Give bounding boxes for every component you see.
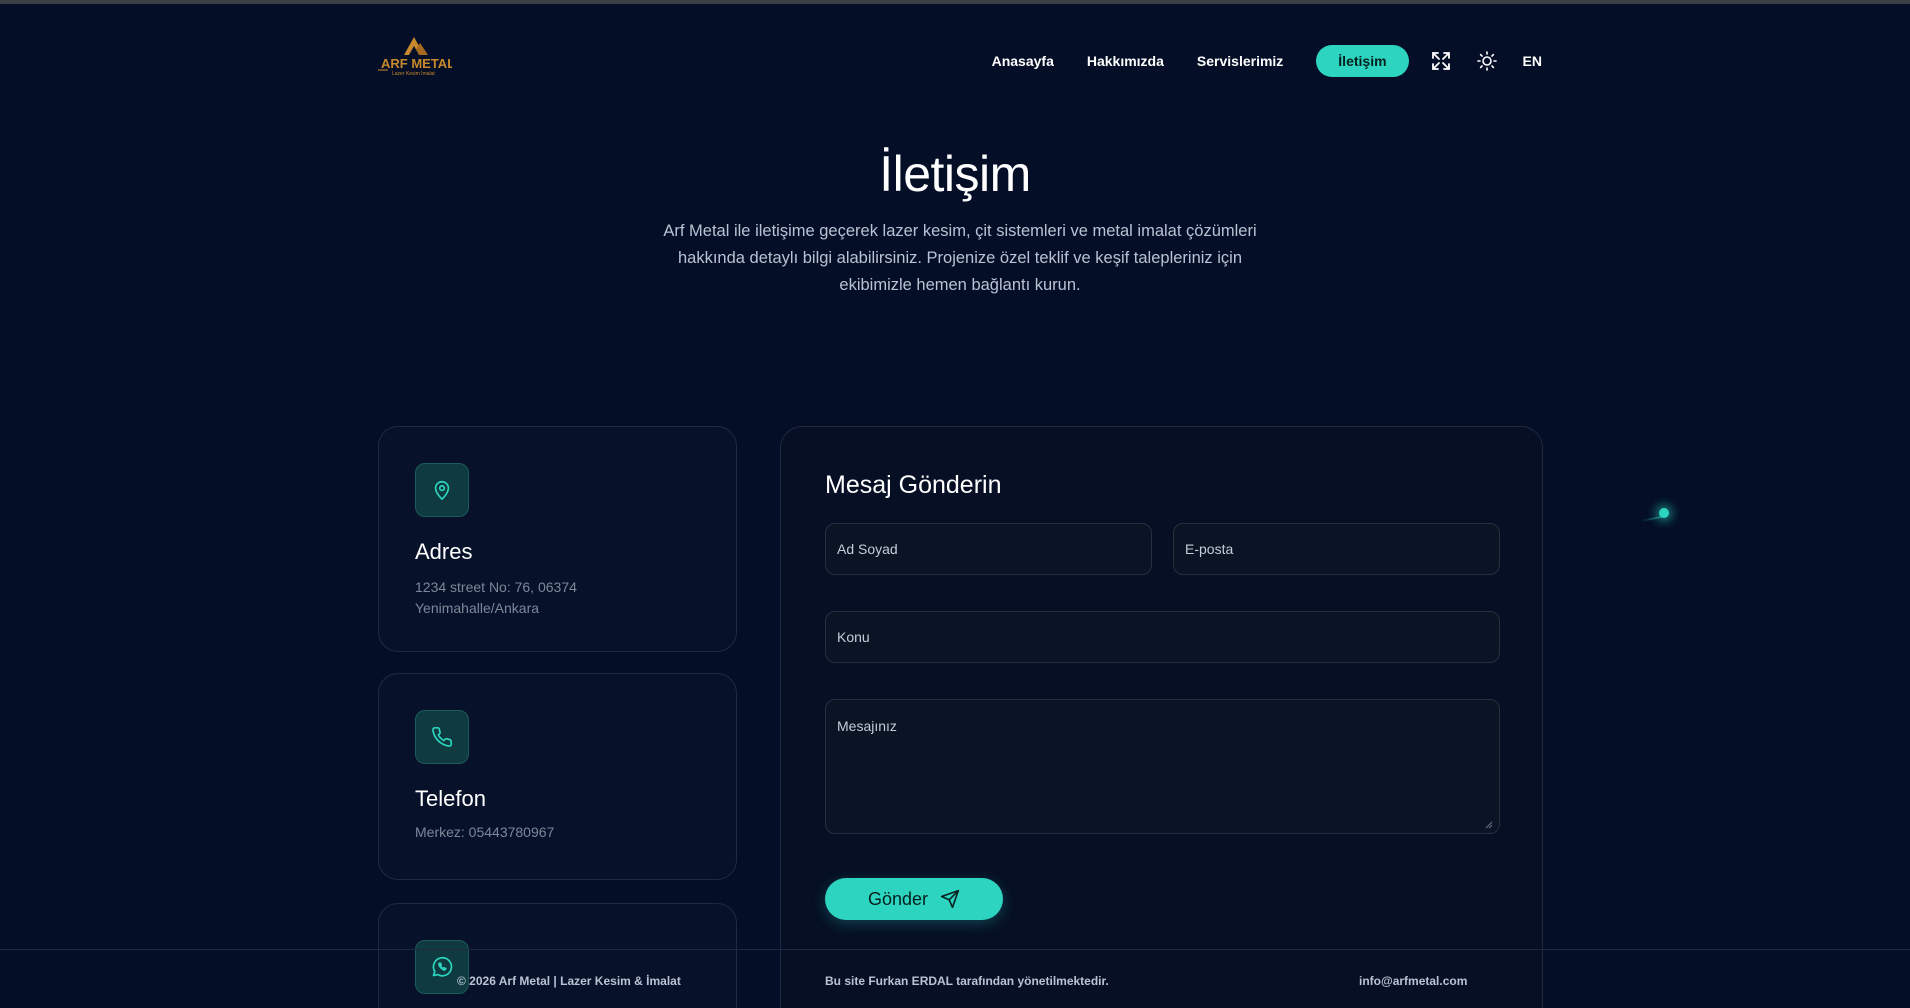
nav-link-iletisim-active[interactable]: İletişim	[1316, 45, 1409, 77]
address-title: Adres	[415, 539, 473, 564]
nav-link-servislerimiz[interactable]: Servislerimiz	[1197, 53, 1283, 69]
phone-card: Telefon Merkez: 05443780967	[378, 673, 737, 880]
decorative-glow-dot	[1659, 508, 1669, 518]
arf-metal-logo[interactable]: ARF METAL Lazer Kesim İmalat	[378, 33, 455, 79]
expand-icon[interactable]	[1429, 49, 1453, 73]
language-toggle[interactable]: EN	[1523, 53, 1542, 69]
email-input[interactable]: E-posta	[1173, 523, 1500, 575]
send-button-label: Gönder	[867, 888, 929, 909]
subject-input[interactable]: Konu	[825, 611, 1500, 663]
send-icon	[940, 889, 960, 909]
whatsapp-card	[378, 903, 737, 1008]
nav-link-hakkimizda[interactable]: Hakkımızda	[1087, 53, 1164, 69]
footer-divider	[0, 949, 1910, 950]
page-title: İletişim	[879, 146, 1031, 202]
location-pin-icon	[415, 463, 469, 517]
window-top-border	[0, 0, 1910, 4]
name-input[interactable]: Ad Soyad	[825, 523, 1152, 575]
form-title: Mesaj Gönderin	[825, 471, 1002, 499]
phone-title: Telefon	[415, 786, 486, 811]
footer-copyright: © 2026 Arf Metal | Lazer Kesim & İmalat	[457, 974, 681, 988]
decorative-glow-trail	[1640, 515, 1662, 523]
sun-icon[interactable]	[1475, 49, 1499, 73]
phone-icon	[415, 710, 469, 764]
svg-text:ARF METAL: ARF METAL	[381, 56, 452, 71]
contact-form-panel: Mesaj Gönderin Ad Soyad E-posta Konu Mes…	[780, 426, 1543, 1008]
message-textarea[interactable]: Mesajınız	[825, 699, 1500, 834]
footer-managed-by: Bu site Furkan ERDAL tarafından yönetilm…	[825, 974, 1109, 988]
send-button[interactable]: Gönder	[825, 878, 1003, 920]
footer-email-link[interactable]: info@arfmetal.com	[1359, 974, 1467, 988]
phone-text[interactable]: Merkez: 05443780967	[415, 822, 675, 843]
message-placeholder: Mesajınız	[837, 718, 897, 734]
nav-links: Anasayfa Hakkımızda Servislerimiz İletiş…	[992, 44, 1542, 78]
top-navigation: ARF METAL Lazer Kesim İmalat Anasayfa Ha…	[378, 33, 1542, 89]
resize-handle-icon[interactable]	[1485, 821, 1493, 829]
svg-text:Lazer Kesim İmalat: Lazer Kesim İmalat	[392, 70, 435, 77]
address-card: Adres 1234 street No: 76, 06374 Yenimaha…	[378, 426, 737, 652]
page-description: Arf Metal ile iletişime geçerek lazer ke…	[663, 222, 1257, 294]
address-text: 1234 street No: 76, 06374 Yenimahalle/An…	[415, 579, 577, 616]
nav-link-anasayfa[interactable]: Anasayfa	[992, 53, 1054, 69]
